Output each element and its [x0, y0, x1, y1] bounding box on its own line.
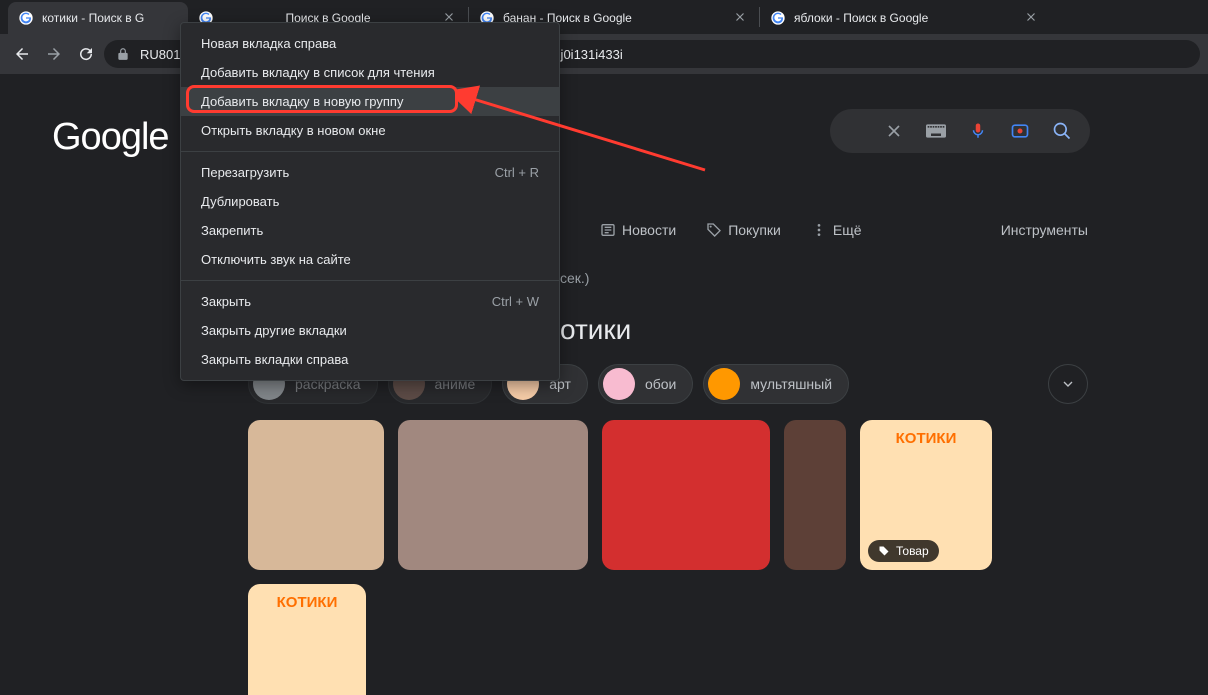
- context-menu-item[interactable]: ЗакрытьCtrl + W: [181, 287, 559, 316]
- tab-context-menu: Новая вкладка справаДобавить вкладку в с…: [180, 22, 560, 381]
- lock-icon: [116, 47, 130, 61]
- close-icon[interactable]: [733, 10, 749, 26]
- image-result[interactable]: КОТИКИТовар: [860, 420, 992, 570]
- context-menu-item[interactable]: Закрыть другие вкладки: [181, 316, 559, 345]
- nav-tools[interactable]: Инструменты: [1001, 222, 1088, 238]
- google-favicon: [770, 10, 786, 26]
- image-result[interactable]: [398, 420, 588, 570]
- nav-more[interactable]: Ещё: [811, 222, 862, 238]
- reload-button[interactable]: [72, 40, 100, 68]
- chip-thumbnail: [708, 368, 740, 400]
- more-vertical-icon: [811, 222, 827, 238]
- chevron-down-icon: [1060, 376, 1076, 392]
- context-menu-item[interactable]: Добавить вкладку в список для чтения: [181, 58, 559, 87]
- product-badge: Товар: [868, 540, 939, 562]
- search-nav: Новости Покупки Ещё: [600, 222, 862, 238]
- google-favicon: [18, 10, 34, 26]
- close-icon[interactable]: [1024, 10, 1040, 26]
- forward-button[interactable]: [40, 40, 68, 68]
- clear-icon[interactable]: [884, 121, 904, 141]
- browser-tab[interactable]: яблоки - Поиск в Google: [760, 2, 1050, 34]
- context-menu-item[interactable]: Дублировать: [181, 187, 559, 216]
- google-logo[interactable]: Google: [52, 116, 169, 159]
- context-menu-item[interactable]: Добавить вкладку в новую группу: [181, 87, 559, 116]
- context-menu-item[interactable]: Закрепить: [181, 216, 559, 245]
- voice-search-icon[interactable]: [968, 121, 988, 141]
- news-icon: [600, 222, 616, 238]
- search-icon[interactable]: [1052, 121, 1072, 141]
- tag-icon: [706, 222, 722, 238]
- context-menu-item[interactable]: Открыть вкладку в новом окне: [181, 116, 559, 145]
- image-search-icon[interactable]: [1010, 121, 1030, 141]
- more-chips-button[interactable]: [1048, 364, 1088, 404]
- image-results-grid: КОТИКИТоварКОТИКИТоварКОТИКИ: [248, 420, 1088, 695]
- nav-news[interactable]: Новости: [600, 222, 676, 238]
- nav-shopping[interactable]: Покупки: [706, 222, 781, 238]
- context-menu-item[interactable]: Новая вкладка справа: [181, 29, 559, 58]
- result-stats: сек.): [560, 270, 589, 286]
- tab-title: котики - Поиск в G: [42, 11, 178, 25]
- image-result[interactable]: [784, 420, 846, 570]
- context-menu-item[interactable]: Отключить звук на сайте: [181, 245, 559, 274]
- keyboard-icon[interactable]: [926, 121, 946, 141]
- context-menu-item[interactable]: ПерезагрузитьCtrl + R: [181, 158, 559, 187]
- image-result[interactable]: [248, 420, 384, 570]
- back-button[interactable]: [8, 40, 36, 68]
- filter-chip[interactable]: обои: [598, 364, 693, 404]
- filter-chip[interactable]: мультяшный: [703, 364, 849, 404]
- browser-tab[interactable]: котики - Поиск в G: [8, 2, 188, 34]
- context-menu-item[interactable]: Закрыть вкладки справа: [181, 345, 559, 374]
- tab-title: яблоки - Поиск в Google: [794, 11, 1016, 25]
- image-result[interactable]: [602, 420, 770, 570]
- search-bar-actions: [830, 109, 1090, 153]
- results-heading: отики: [560, 314, 631, 346]
- image-result[interactable]: КОТИКИТовар: [248, 584, 366, 695]
- chip-thumbnail: [603, 368, 635, 400]
